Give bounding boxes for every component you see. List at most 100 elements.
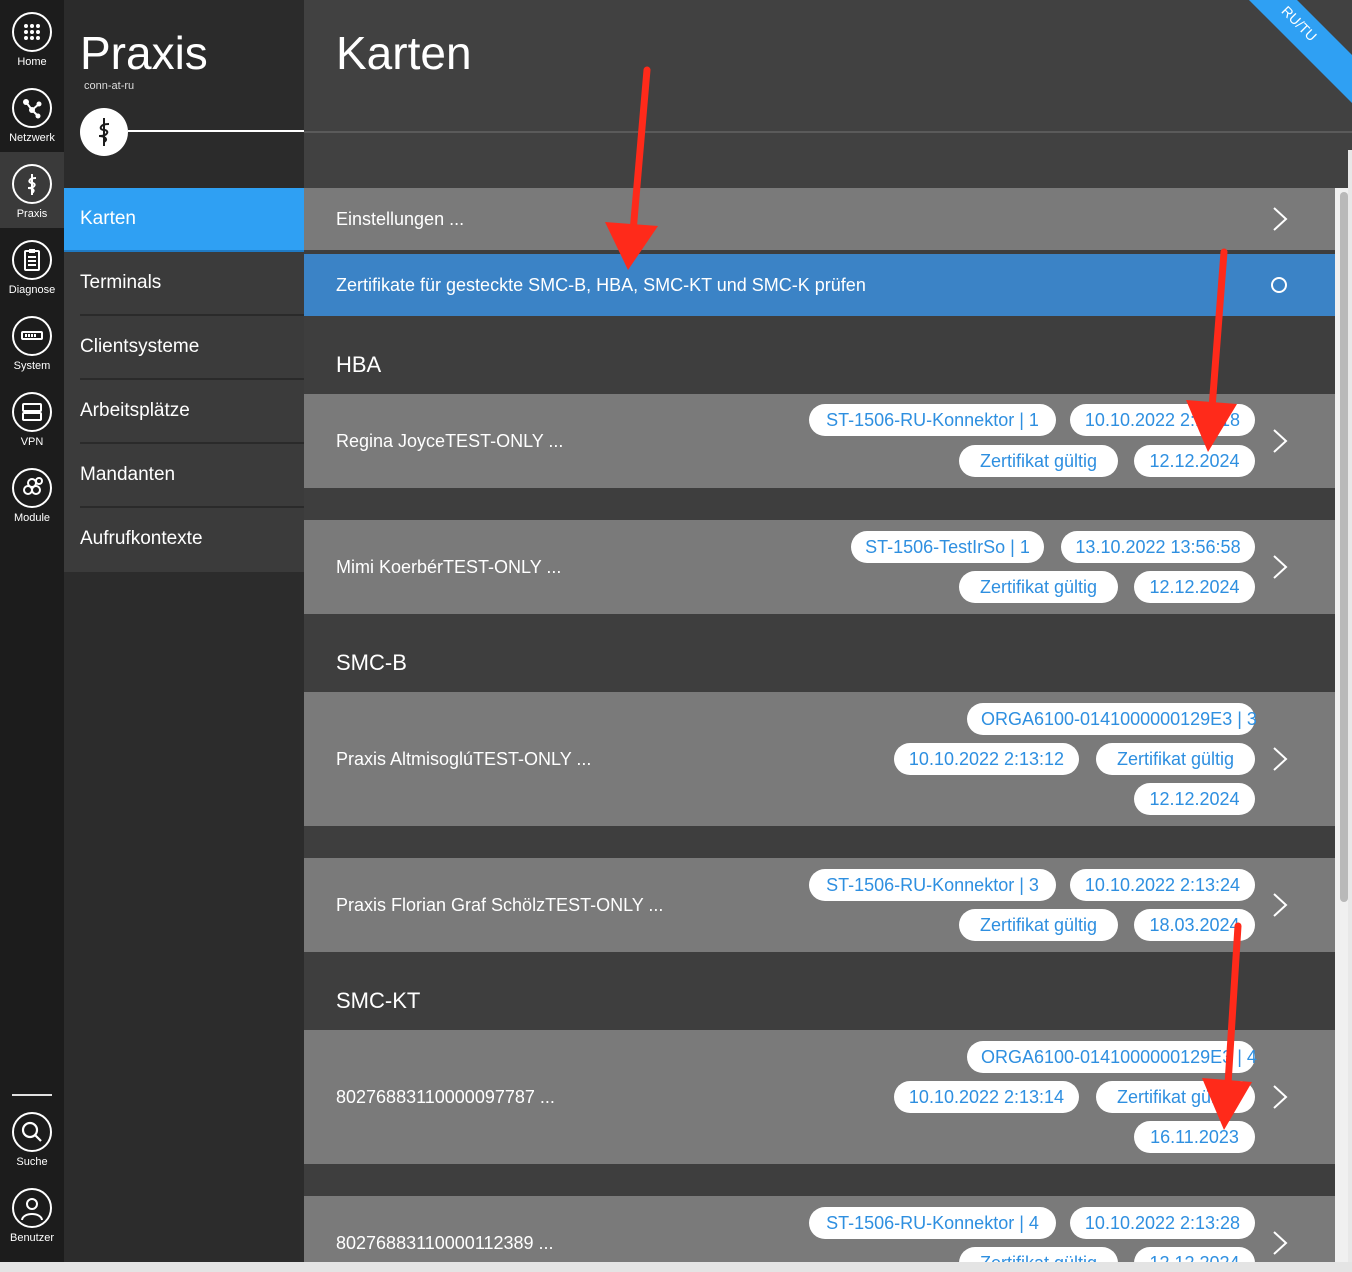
sidebar-empty-area bbox=[64, 572, 304, 1272]
rail-netzwerk[interactable]: Netzwerk bbox=[0, 76, 64, 152]
card-row[interactable]: Mimi KoerbérTEST-ONLY ... ST-1506-TestIr… bbox=[304, 520, 1335, 614]
sidebar-item-label: Arbeitsplätze bbox=[80, 400, 190, 421]
terminal-badge[interactable]: ST-1506-RU-Konnektor | 1 bbox=[809, 404, 1056, 436]
expiry-badge[interactable]: 16.11.2023 bbox=[1134, 1121, 1255, 1153]
rail-suche[interactable]: Suche bbox=[0, 1100, 64, 1176]
card-row[interactable]: 80276883110000112389 ... ST-1506-RU-Konn… bbox=[304, 1196, 1335, 1272]
card-name: Praxis AltmisoglúTEST-ONLY ... bbox=[336, 749, 592, 769]
rail-label: System bbox=[13, 360, 51, 372]
sidebar-item-aufrufkontexte[interactable]: Aufrufkontexte bbox=[64, 508, 304, 572]
rail-label: Praxis bbox=[16, 208, 48, 220]
sidebar-item-label: Mandanten bbox=[80, 464, 176, 485]
settings-row[interactable]: Einstellungen ... bbox=[304, 188, 1335, 250]
rail-module[interactable]: Module bbox=[0, 456, 64, 532]
card-name: Praxis Florian Graf SchölzTEST-ONLY ... bbox=[336, 895, 664, 915]
card-row[interactable]: 80276883110000097787 ... ORGA6100-014100… bbox=[304, 1030, 1335, 1164]
rail-label: Netzwerk bbox=[9, 132, 55, 144]
icon-rail: Home Netzwerk Praxis Diagnose System VPN… bbox=[0, 0, 64, 1272]
environment-corner-badge: RU/TU bbox=[1221, 0, 1352, 114]
sidebar-item-mandanten[interactable]: Mandanten bbox=[64, 444, 304, 508]
sidebar-item-karten[interactable]: Karten bbox=[64, 188, 304, 252]
card-name: 80276883110000112389 ... bbox=[336, 1233, 554, 1253]
card-name: Regina JoyceTEST-ONLY ... bbox=[336, 431, 564, 451]
sidebar-header-line bbox=[128, 130, 304, 132]
search-icon bbox=[12, 1112, 52, 1152]
circle-radio-icon[interactable] bbox=[1266, 272, 1292, 298]
card-name: Mimi KoerbérTEST-ONLY ... bbox=[336, 557, 562, 577]
rail-label: Suche bbox=[16, 1156, 48, 1168]
rail-benutzer[interactable]: Benutzer bbox=[0, 1176, 64, 1252]
card-row[interactable]: Praxis AltmisoglúTEST-ONLY ... ORGA6100-… bbox=[304, 692, 1335, 826]
terminal-badge[interactable]: ORGA6100-0141000000129E3 | 4 bbox=[967, 1041, 1257, 1073]
scrollbar-thumb[interactable] bbox=[1340, 192, 1348, 902]
modules-icon bbox=[12, 468, 52, 508]
date-badge[interactable]: 13.10.2022 13:56:58 bbox=[1061, 531, 1255, 563]
caduceus-icon bbox=[80, 108, 128, 156]
sidebar-item-label: Karten bbox=[80, 208, 136, 229]
server-icon bbox=[12, 316, 52, 356]
date-badge[interactable]: 10.10.2022 2:13:12 bbox=[894, 743, 1079, 775]
status-badge[interactable]: Zertifikat gültig bbox=[959, 909, 1118, 941]
date-badge[interactable]: 10.10.2022 2:13:28 bbox=[1070, 1207, 1255, 1239]
chevron-right-icon bbox=[1273, 429, 1288, 453]
rail-label: Home bbox=[17, 56, 47, 68]
date-badge[interactable]: 10.10.2022 2:13:18 bbox=[1070, 404, 1255, 436]
status-badge[interactable]: Zertifikat gültig bbox=[1096, 1081, 1255, 1113]
rail-label: Module bbox=[13, 512, 51, 524]
page-title: Karten bbox=[336, 27, 472, 79]
sidebar-item-label: Clientsysteme bbox=[80, 336, 200, 357]
chevron-right-icon bbox=[1273, 893, 1288, 917]
card-row[interactable]: Praxis Florian Graf SchölzTEST-ONLY ... … bbox=[304, 858, 1335, 952]
terminal-badge[interactable]: ST-1506-RU-Konnektor | 3 bbox=[809, 869, 1056, 901]
status-badge[interactable]: Zertifikat gültig bbox=[1096, 743, 1255, 775]
section-hba: HBA bbox=[336, 352, 382, 377]
sidebar-item-clientsysteme[interactable]: Clientsysteme bbox=[64, 316, 304, 380]
grid-icon bbox=[12, 12, 52, 52]
sidebar-header: Praxis conn-at-ru bbox=[64, 0, 304, 188]
window-edge bbox=[1348, 150, 1352, 1272]
expiry-badge[interactable]: 18.03.2024 bbox=[1134, 909, 1255, 941]
sidebar-item-terminals[interactable]: Terminals bbox=[64, 252, 304, 316]
rail-divider bbox=[12, 1094, 52, 1096]
rail-system[interactable]: System bbox=[0, 304, 64, 380]
terminal-badge[interactable]: ORGA6100-0141000000129E3 | 3 bbox=[967, 703, 1257, 735]
terminal-badge[interactable]: ST-1506-TestIrSo | 1 bbox=[851, 531, 1044, 563]
status-badge[interactable]: Zertifikat gültig bbox=[959, 445, 1118, 477]
rail-praxis[interactable]: Praxis bbox=[0, 152, 64, 228]
sidebar-title: Praxis bbox=[80, 27, 208, 79]
rail-home[interactable]: Home bbox=[0, 0, 64, 76]
rail-diagnose[interactable]: Diagnose bbox=[0, 228, 64, 304]
vpn-icon bbox=[12, 392, 52, 432]
network-icon bbox=[12, 88, 52, 128]
status-badge[interactable]: Zertifikat gültig bbox=[959, 571, 1118, 603]
expiry-badge[interactable]: 12.12.2024 bbox=[1134, 783, 1255, 815]
expiry-badge[interactable]: 12.12.2024 bbox=[1134, 571, 1255, 603]
sidebar-subtitle: conn-at-ru bbox=[84, 80, 135, 92]
sidebar-item-label: Aufrufkontexte bbox=[80, 528, 203, 549]
rail-label: Diagnose bbox=[8, 284, 56, 296]
expiry-badge[interactable]: 12.12.2024 bbox=[1134, 445, 1255, 477]
date-badge[interactable]: 10.10.2022 2:13:14 bbox=[894, 1081, 1079, 1113]
sidebar-item-arbeitsplaetze[interactable]: Arbeitsplätze bbox=[64, 380, 304, 444]
check-certificates-label: Zertifikate für gesteckte SMC-B, HBA, SM… bbox=[336, 275, 866, 295]
main-header: Karten RU/TU bbox=[304, 0, 1352, 188]
chevron-right-icon bbox=[1273, 207, 1288, 231]
header-divider bbox=[304, 131, 1352, 133]
section-smckt: SMC-KT bbox=[336, 988, 421, 1013]
clipboard-icon bbox=[12, 240, 52, 280]
corner-badge-label: RU/TU bbox=[1278, 2, 1321, 45]
chevron-right-icon bbox=[1273, 1231, 1288, 1255]
card-row[interactable]: Regina JoyceTEST-ONLY ... ST-1506-RU-Kon… bbox=[304, 394, 1335, 488]
check-certificates-row[interactable]: Zertifikate für gesteckte SMC-B, HBA, SM… bbox=[304, 254, 1335, 316]
rail-label: VPN bbox=[20, 436, 44, 448]
chevron-right-icon bbox=[1273, 555, 1288, 579]
date-badge[interactable]: 10.10.2022 2:13:24 bbox=[1070, 869, 1255, 901]
user-icon bbox=[12, 1188, 52, 1228]
card-name: 80276883110000097787 ... bbox=[336, 1087, 555, 1107]
settings-label: Einstellungen ... bbox=[336, 209, 465, 229]
rail-vpn[interactable]: VPN bbox=[0, 380, 64, 456]
section-smcb: SMC-B bbox=[336, 650, 407, 675]
chevron-right-icon bbox=[1273, 747, 1288, 771]
terminal-badge[interactable]: ST-1506-RU-Konnektor | 4 bbox=[809, 1207, 1056, 1239]
caduceus-icon bbox=[12, 164, 52, 204]
